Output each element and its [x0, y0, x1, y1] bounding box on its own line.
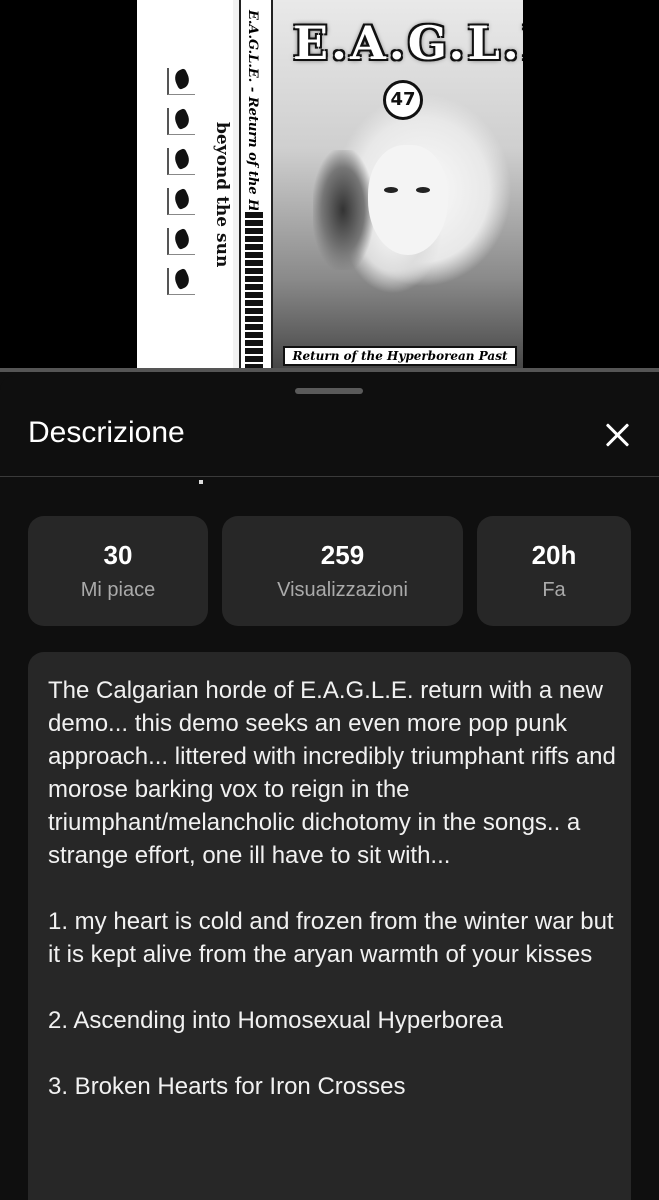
- crow-icon: [167, 228, 195, 255]
- stat-age-label: Fa: [542, 579, 566, 601]
- description-text: The Calgarian horde of E.A.G.L.E. return…: [48, 677, 616, 1100]
- stat-views: 259 Visualizzazioni: [222, 516, 463, 626]
- album-cover-thumbnail: beyond the sun E.A.G.L.E. - Return of th…: [137, 0, 523, 372]
- crow-icon: [167, 68, 195, 95]
- description-sheet: Descrizione 30 Mi piace 259 Visualizzazi…: [0, 376, 659, 1200]
- sheet-header: Descrizione: [0, 402, 659, 477]
- stats-row: 30 Mi piace 259 Visualizzazioni 20h Fa: [0, 516, 659, 626]
- close-icon[interactable]: [596, 414, 640, 458]
- stat-likes: 30 Mi piace: [28, 516, 208, 626]
- stat-age-value: 20h: [531, 540, 577, 570]
- cover-caption: Return of the Hyperborean Past: [283, 346, 517, 366]
- crow-icon: [167, 268, 195, 295]
- description-box: The Calgarian horde of E.A.G.L.E. return…: [28, 652, 631, 1200]
- sheet-title: Descrizione: [28, 416, 185, 449]
- band-logo: E.A.G.L.E.: [293, 16, 523, 70]
- eye-icon: [416, 187, 430, 193]
- cover-photo: E.A.G.L.E. 47 Return of the Hyperborean …: [273, 0, 523, 372]
- cover-photo-face: [368, 145, 448, 255]
- cover-spine: E.A.G.L.E. - Return of the Hyperborean P…: [239, 0, 273, 372]
- stat-likes-value: 30: [103, 540, 133, 570]
- stat-age: 20h Fa: [477, 516, 631, 626]
- stat-views-label: Visualizzazioni: [277, 579, 408, 601]
- stat-likes-label: Mi piace: [80, 579, 156, 601]
- header-artifact: [199, 480, 203, 484]
- stat-views-value: 259: [320, 540, 365, 570]
- screen: beyond the sun E.A.G.L.E. - Return of th…: [0, 0, 659, 1200]
- eye-icon: [384, 187, 398, 193]
- emblem-icon: 47: [383, 80, 423, 120]
- cover-spine-bar: [245, 210, 263, 370]
- crow-icon: [167, 148, 195, 175]
- drag-handle[interactable]: [295, 388, 363, 394]
- cover-side-text: beyond the sun: [212, 122, 232, 268]
- video-progress-bar[interactable]: [0, 368, 659, 372]
- crow-icon: [167, 188, 195, 215]
- video-player[interactable]: beyond the sun E.A.G.L.E. - Return of th…: [0, 0, 659, 372]
- crow-icon: [167, 108, 195, 135]
- cover-photo-shadow: [313, 150, 373, 270]
